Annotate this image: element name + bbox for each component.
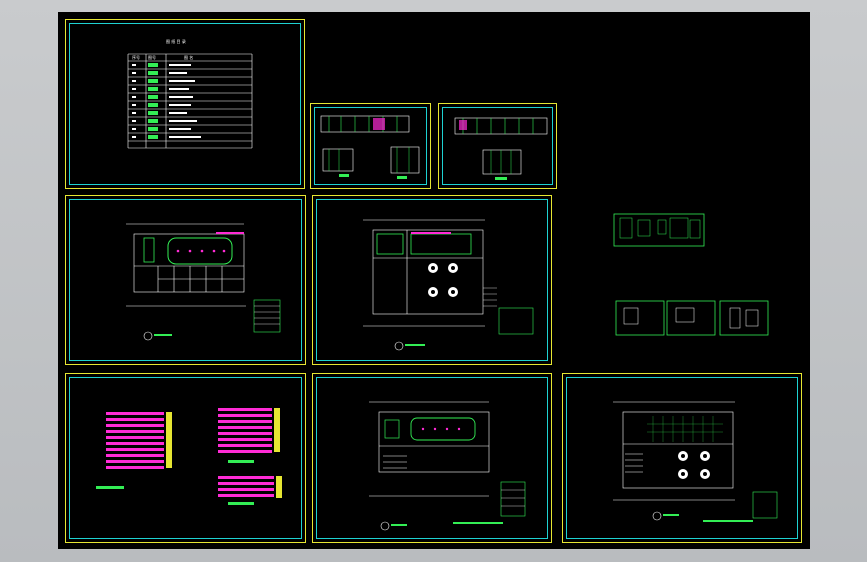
sheet-schedules[interactable] [65,373,306,543]
schedules-drawing [96,408,282,505]
floor-finish-drawing [613,401,778,522]
sheet-ceiling-plan[interactable] [312,373,552,543]
ceiling-plan-drawing [369,401,526,531]
model-space-canvas[interactable]: 图 纸 目 录 序号 图号 图 名 [58,12,810,549]
sheet-floor-finish[interactable] [562,373,802,543]
